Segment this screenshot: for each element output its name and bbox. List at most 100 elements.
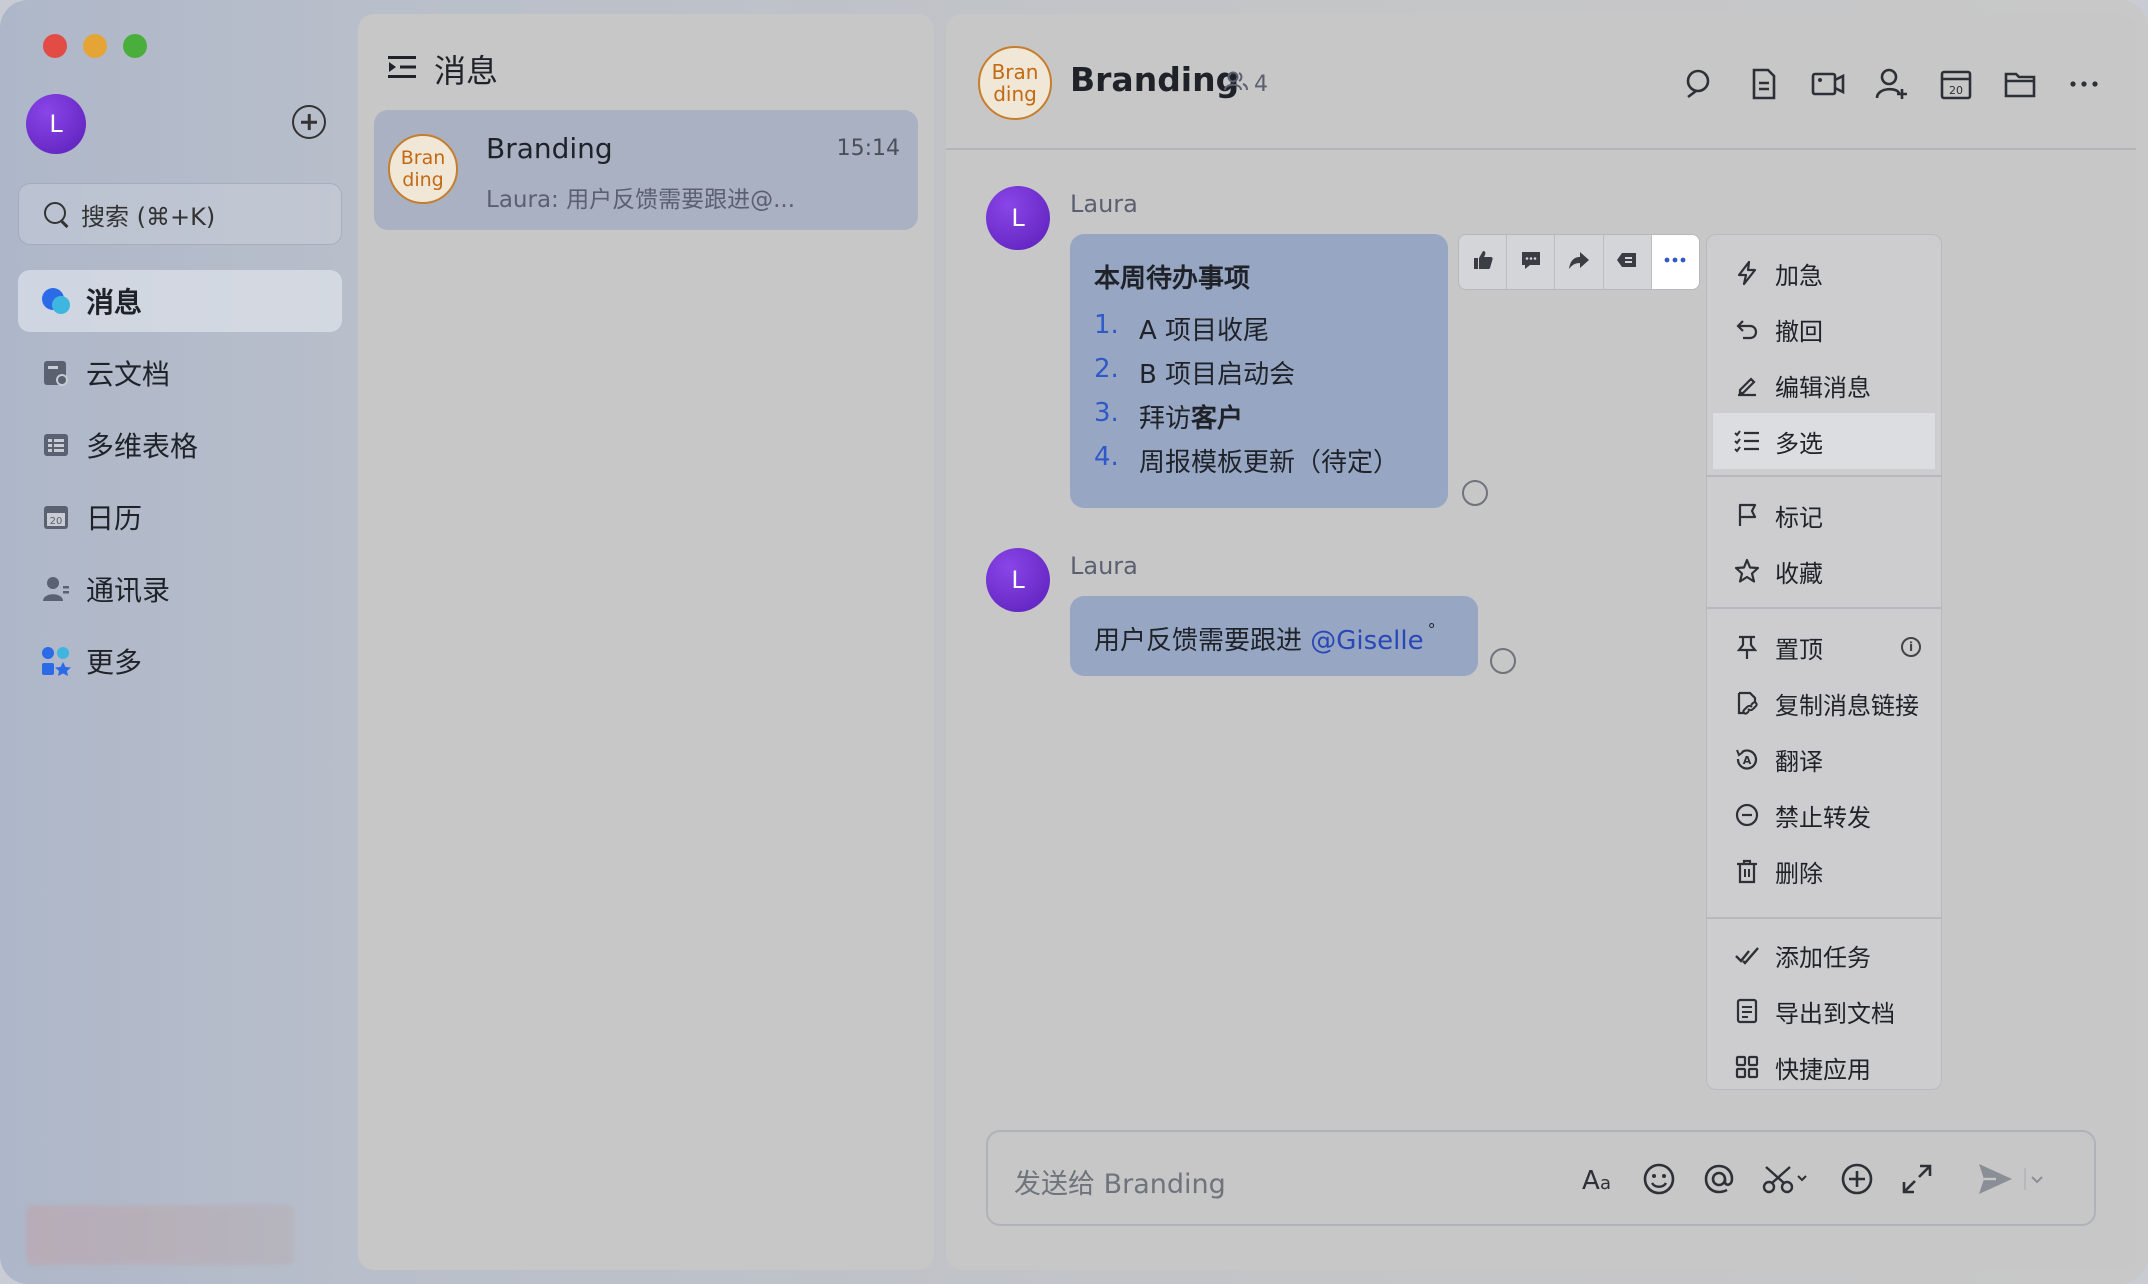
emoji-icon[interactable] — [1640, 1160, 1678, 1198]
screenshot-scissors-icon[interactable] — [1760, 1160, 1812, 1198]
message-body: 用户反馈需要跟进 — [1094, 626, 1311, 656]
sender-name: Laura — [1070, 552, 1138, 580]
todo-number: 2. — [1094, 354, 1119, 384]
member-count-value: 4 — [1254, 71, 1268, 97]
star-icon — [1733, 557, 1761, 585]
todo-item: 2. B 项目启动会 — [1094, 354, 1399, 398]
todo-text: B 项目启动会 — [1139, 360, 1296, 390]
folder-icon[interactable] — [2002, 66, 2038, 102]
menu-item-flag[interactable]: 标记 — [1707, 487, 1941, 543]
todo-text: A 项目收尾 — [1139, 316, 1270, 346]
quote-reply-button[interactable] — [1604, 235, 1652, 289]
search-icon — [43, 201, 69, 227]
member-count[interactable]: 4 — [1224, 70, 1268, 98]
sidebar-item-label: 更多 — [86, 646, 143, 679]
todo-item: 3. 拜访 客户 — [1094, 398, 1399, 442]
menu-item-edit[interactable]: 编辑消息 — [1707, 357, 1941, 413]
ellipsis-icon — [1663, 249, 1687, 275]
todo-list: 1. A 项目收尾 2. B 项目启动会 3. 拜访 客户 4. 周报模板更新（待定） — [1094, 310, 1399, 486]
reply-button[interactable] — [1507, 235, 1556, 289]
info-icon[interactable]: i — [1901, 637, 1921, 657]
sender-avatar[interactable]: L — [986, 548, 1050, 612]
more-options-icon[interactable] — [2066, 66, 2102, 102]
menu-divider — [1707, 917, 1941, 919]
message-input[interactable]: 发送给 Branding Aa — [986, 1130, 2096, 1226]
chat-group-avatar[interactable]: Bran ding — [978, 46, 1052, 120]
doc-icon[interactable] — [1746, 66, 1782, 102]
menu-item-add-task[interactable]: 添加任务 — [1707, 927, 1941, 983]
sidebar-item-label: 日历 — [86, 502, 143, 535]
menu-item-label: 多选 — [1775, 429, 1823, 458]
sidebar-item-contacts[interactable]: 通讯录 — [18, 558, 342, 620]
menu-item-copy-link[interactable]: 复制消息链接 — [1707, 675, 1941, 731]
read-status-icon[interactable] — [1462, 480, 1488, 506]
menu-divider — [1707, 475, 1941, 477]
menu-item-quick-apps[interactable]: 快捷应用 — [1707, 1039, 1941, 1095]
menu-item-recall[interactable]: 撤回 — [1707, 301, 1941, 357]
contacts-icon — [40, 573, 72, 605]
message-text: 用户反馈需要跟进 @Giselle ° — [1094, 620, 1436, 657]
conversation-item[interactable]: Bran ding Branding 15:14 Laura: 用户反馈需要跟进… — [374, 110, 918, 230]
add-member-icon[interactable] — [1874, 66, 1910, 102]
menu-item-urgent[interactable]: 加急 — [1707, 245, 1941, 301]
message-action-bar — [1458, 234, 1700, 290]
add-attachment-icon[interactable] — [1838, 1160, 1876, 1198]
menu-item-favorite[interactable]: 收藏 — [1707, 543, 1941, 599]
app-window: L 搜索 (⌘+K) 消息 云文档 多维表格 20 日历 通讯录 更多 消息 B… — [0, 0, 2148, 1284]
conversation-list-header: 消息 — [388, 46, 498, 92]
todo-number: 4. — [1094, 442, 1119, 472]
svg-text:a: a — [1600, 1173, 1611, 1194]
send-options-chevron-icon[interactable] — [2024, 1160, 2046, 1198]
send-icon[interactable] — [1976, 1160, 2014, 1198]
todo-text: 拜访 — [1139, 404, 1192, 434]
sidebar-item-docs[interactable]: 云文档 — [18, 342, 342, 404]
search-placeholder: 搜索 (⌘+K) — [81, 202, 216, 231]
base-table-icon — [40, 429, 72, 461]
sidebar-item-more[interactable]: 更多 — [18, 630, 342, 692]
multi-select-icon — [1733, 427, 1761, 455]
sidebar-item-messages[interactable]: 消息 — [18, 270, 342, 332]
menu-item-delete[interactable]: 删除 — [1707, 843, 1941, 899]
link-icon — [1733, 689, 1761, 717]
calendar-icon[interactable]: 20 — [1938, 66, 1974, 102]
message-bubble[interactable]: 用户反馈需要跟进 @Giselle ° — [1070, 596, 1478, 676]
menu-item-pin[interactable]: 置顶 i — [1707, 619, 1941, 675]
svg-text:A: A — [1582, 1166, 1600, 1196]
more-actions-button[interactable] — [1651, 235, 1699, 289]
menu-divider — [1707, 607, 1941, 609]
message-input-placeholder: 发送给 Branding — [1014, 1169, 1226, 1200]
sidebar-item-base[interactable]: 多维表格 — [18, 414, 342, 476]
menu-item-export-doc[interactable]: 导出到文档 — [1707, 983, 1941, 1039]
text-format-icon[interactable]: Aa — [1580, 1160, 1618, 1198]
calendar-icon: 20 — [40, 501, 72, 533]
add-circle-icon[interactable] — [292, 105, 326, 139]
search-chat-icon[interactable] — [1682, 66, 1718, 102]
mention-link[interactable]: @Giselle — [1310, 626, 1423, 656]
no-forward-icon — [1733, 801, 1761, 829]
task-check-icon — [1733, 941, 1761, 969]
pin-icon — [1733, 633, 1761, 661]
menu-item-restrict-forward[interactable]: 禁止转发 — [1707, 787, 1941, 843]
like-button[interactable] — [1459, 235, 1508, 289]
menu-item-label: 删除 — [1775, 859, 1823, 888]
user-avatar[interactable]: L — [26, 94, 86, 154]
expand-editor-icon[interactable] — [1898, 1160, 1936, 1198]
conversation-list-panel: 消息 Bran ding Branding 15:14 Laura: 用户反馈需… — [358, 14, 934, 1270]
video-call-icon[interactable] — [1810, 66, 1846, 102]
svg-text:20: 20 — [50, 516, 63, 527]
conversation-preview: Laura: 用户反馈需要跟进@... — [486, 187, 796, 213]
message-bubble[interactable]: 本周待办事项 1. A 项目收尾 2. B 项目启动会 3. 拜访 客户 4. 周报模板更… — [1070, 234, 1448, 508]
conversation-name: Branding — [486, 132, 613, 165]
chat-title[interactable]: Branding — [1070, 60, 1239, 99]
sidebar-item-calendar[interactable]: 20 日历 — [18, 486, 342, 548]
collapse-list-icon[interactable] — [388, 54, 418, 84]
mention-icon[interactable] — [1700, 1160, 1738, 1198]
search-input[interactable]: 搜索 (⌘+K) — [18, 183, 342, 245]
read-status-icon[interactable] — [1490, 648, 1516, 674]
sidebar: L 搜索 (⌘+K) 消息 云文档 多维表格 20 日历 通讯录 更多 — [0, 0, 356, 1284]
forward-button[interactable] — [1555, 235, 1604, 289]
menu-item-label: 添加任务 — [1775, 943, 1871, 972]
sender-avatar[interactable]: L — [986, 186, 1050, 250]
menu-item-translate[interactable]: A 翻译 — [1707, 731, 1941, 787]
menu-item-multi-select[interactable]: 多选 — [1713, 413, 1935, 469]
